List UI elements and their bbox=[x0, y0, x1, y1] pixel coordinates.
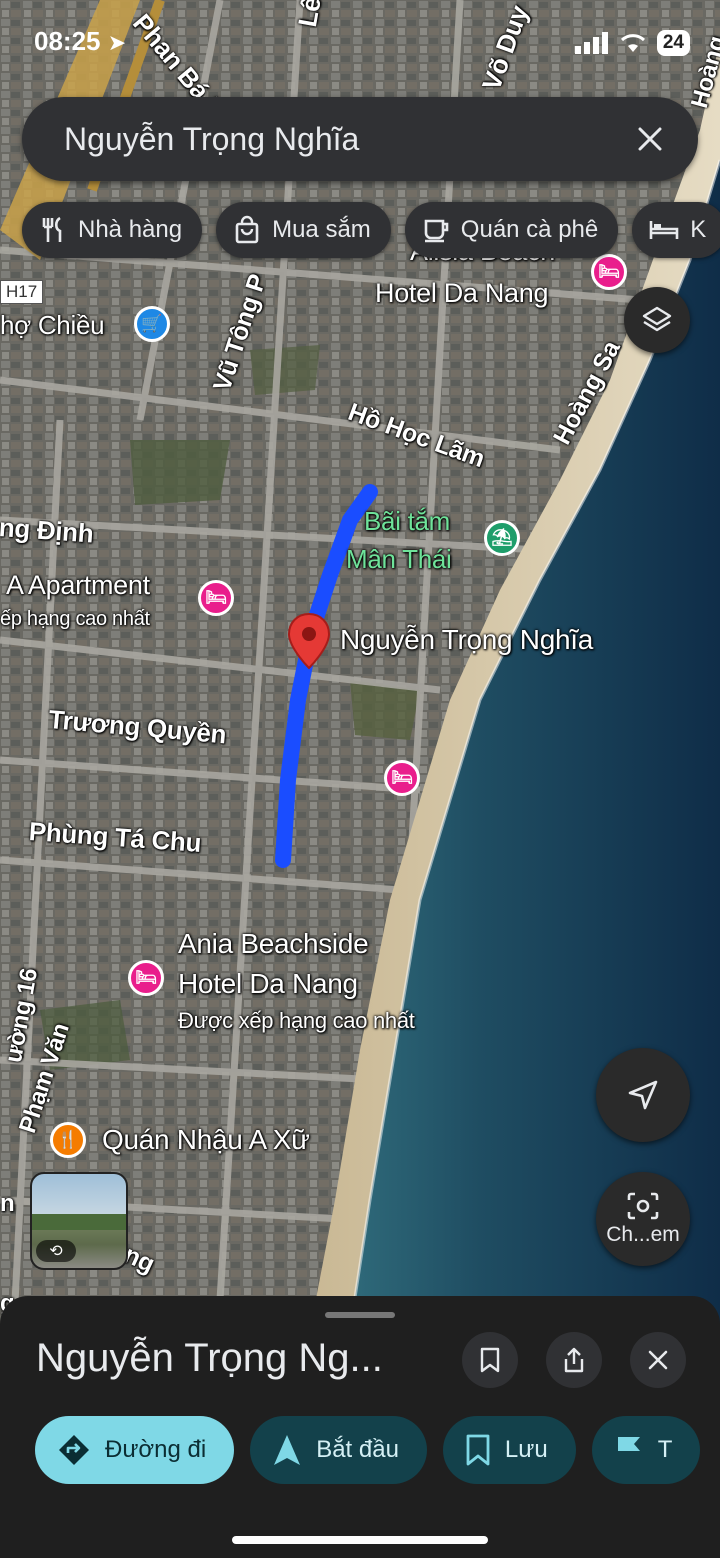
restaurant-pin-icon[interactable]: 🍴 bbox=[50, 1122, 86, 1158]
beach-label-1: Bãi tắm bbox=[364, 506, 451, 536]
navigation-arrow-icon bbox=[274, 1435, 301, 1465]
hotel-pin-icon-apartment[interactable]: 🛏 bbox=[198, 580, 234, 616]
selected-street-label: Nguyễn Trọng Nghĩa bbox=[340, 624, 593, 655]
beach-label-2: Mân Thái bbox=[346, 544, 452, 574]
chip-restaurants-label: Nhà hàng bbox=[78, 216, 183, 243]
bookmark-icon bbox=[466, 1434, 490, 1466]
chip-hotels-label: K bbox=[690, 216, 707, 243]
hotel-rating-ania: Được xếp hạng cao nhất bbox=[178, 1008, 415, 1033]
chip-coffee[interactable]: Quán cà phê bbox=[404, 202, 619, 258]
beach-pin-icon[interactable]: ⛱ bbox=[484, 520, 520, 556]
place-label-cho-chieu: hợ Chiều bbox=[0, 310, 105, 340]
hotel-label-ania-1: Ania Beachside bbox=[178, 928, 369, 959]
home-indicator bbox=[232, 1536, 488, 1544]
search-bar[interactable]: Nguyễn Trọng Nghĩa bbox=[22, 97, 698, 181]
directions-icon bbox=[59, 1435, 89, 1465]
street-label-dinh: ng Định bbox=[0, 512, 95, 549]
close-icon bbox=[638, 127, 662, 151]
hotel-pin-icon-alisia[interactable]: 🛏 bbox=[591, 254, 627, 290]
hotel-rating-apartment: ếp hạng cao nhất bbox=[0, 608, 150, 630]
flag-icon bbox=[617, 1437, 640, 1465]
place-title: Nguyễn Trọng Ng... bbox=[36, 1336, 383, 1380]
battery-icon: 24 bbox=[656, 30, 690, 56]
status-time: 08:25 ➤ bbox=[34, 26, 127, 56]
bed-icon bbox=[649, 221, 679, 239]
start-label: Bắt đầu bbox=[316, 1436, 399, 1463]
more-action-label: T bbox=[657, 1436, 673, 1463]
start-button[interactable]: Bắt đầu bbox=[250, 1416, 427, 1484]
street-label-fragment-n: n bbox=[0, 1190, 15, 1217]
coffee-icon bbox=[424, 219, 449, 243]
camera-search-button[interactable]: Ch...em bbox=[596, 1172, 690, 1266]
bookmark-icon bbox=[480, 1347, 500, 1373]
chip-restaurants[interactable]: Nhà hàng bbox=[22, 202, 203, 258]
place-bottom-sheet[interactable]: Nguyễn Trọng Ng... Đường đi Bắt đầu Lưu … bbox=[0, 1296, 720, 1558]
location-arrow-icon: ➤ bbox=[107, 30, 127, 55]
hotel-pin-icon-beach[interactable]: 🛏 bbox=[384, 760, 420, 796]
save-place-button[interactable] bbox=[462, 1332, 518, 1388]
camera-button-label: Ch...em bbox=[606, 1223, 680, 1246]
chip-shopping[interactable]: Mua sắm bbox=[216, 202, 391, 258]
status-indicators: 24 bbox=[574, 30, 690, 56]
hotel-label-alisia-2: Hotel Da Nang bbox=[375, 278, 549, 308]
clear-search-button[interactable] bbox=[630, 119, 670, 159]
save-button[interactable]: Lưu bbox=[442, 1416, 576, 1484]
close-icon bbox=[648, 1350, 668, 1370]
shopping-cart-pin-icon[interactable]: 🛒 bbox=[134, 306, 170, 342]
more-action-button[interactable]: T bbox=[591, 1416, 701, 1484]
fork-knife-icon bbox=[42, 216, 62, 242]
sheet-drag-handle[interactable] bbox=[325, 1312, 395, 1318]
selected-location-pin-icon[interactable] bbox=[286, 612, 332, 670]
layers-button[interactable] bbox=[624, 287, 690, 353]
category-chips: Nhà hàng Mua sắm Quán cà phê K bbox=[22, 202, 720, 258]
street-label-le: Lê bbox=[292, 0, 327, 30]
directions-label: Đường đi bbox=[105, 1436, 207, 1463]
close-sheet-button[interactable] bbox=[630, 1332, 686, 1388]
save-label: Lưu bbox=[504, 1436, 548, 1463]
wifi-icon bbox=[620, 34, 645, 52]
navigation-icon bbox=[628, 1080, 658, 1110]
rotate-360-icon: ⟲ bbox=[36, 1240, 76, 1262]
hotel-label-ania-2: Hotel Da Nang bbox=[178, 968, 358, 999]
chip-coffee-label: Quán cà phê bbox=[460, 216, 599, 243]
directions-button[interactable]: Đường đi bbox=[35, 1416, 235, 1484]
place-actions: Đường đi Bắt đầu Lưu T bbox=[35, 1416, 701, 1484]
route-shield-h17: H17 bbox=[0, 280, 44, 304]
search-input[interactable]: Nguyễn Trọng Nghĩa bbox=[64, 121, 630, 158]
share-button[interactable] bbox=[546, 1332, 602, 1388]
chip-hotels[interactable]: K bbox=[632, 202, 720, 258]
signal-icon bbox=[574, 32, 608, 54]
street-view-thumbnail[interactable]: ⟲ bbox=[30, 1172, 128, 1270]
my-location-button[interactable] bbox=[596, 1048, 690, 1142]
chip-shopping-label: Mua sắm bbox=[272, 216, 371, 243]
share-icon bbox=[564, 1347, 584, 1373]
shopping-bag-icon bbox=[235, 215, 259, 244]
hotel-label-apartment: A Apartment bbox=[6, 570, 150, 600]
layers-icon bbox=[642, 306, 672, 332]
camera-icon bbox=[627, 1192, 659, 1220]
street-view-trees bbox=[32, 1214, 126, 1230]
restaurant-label-quan-nhau: Quán Nhậu A Xữ bbox=[102, 1124, 310, 1155]
hotel-pin-icon-ania[interactable]: 🛏 bbox=[128, 960, 164, 996]
